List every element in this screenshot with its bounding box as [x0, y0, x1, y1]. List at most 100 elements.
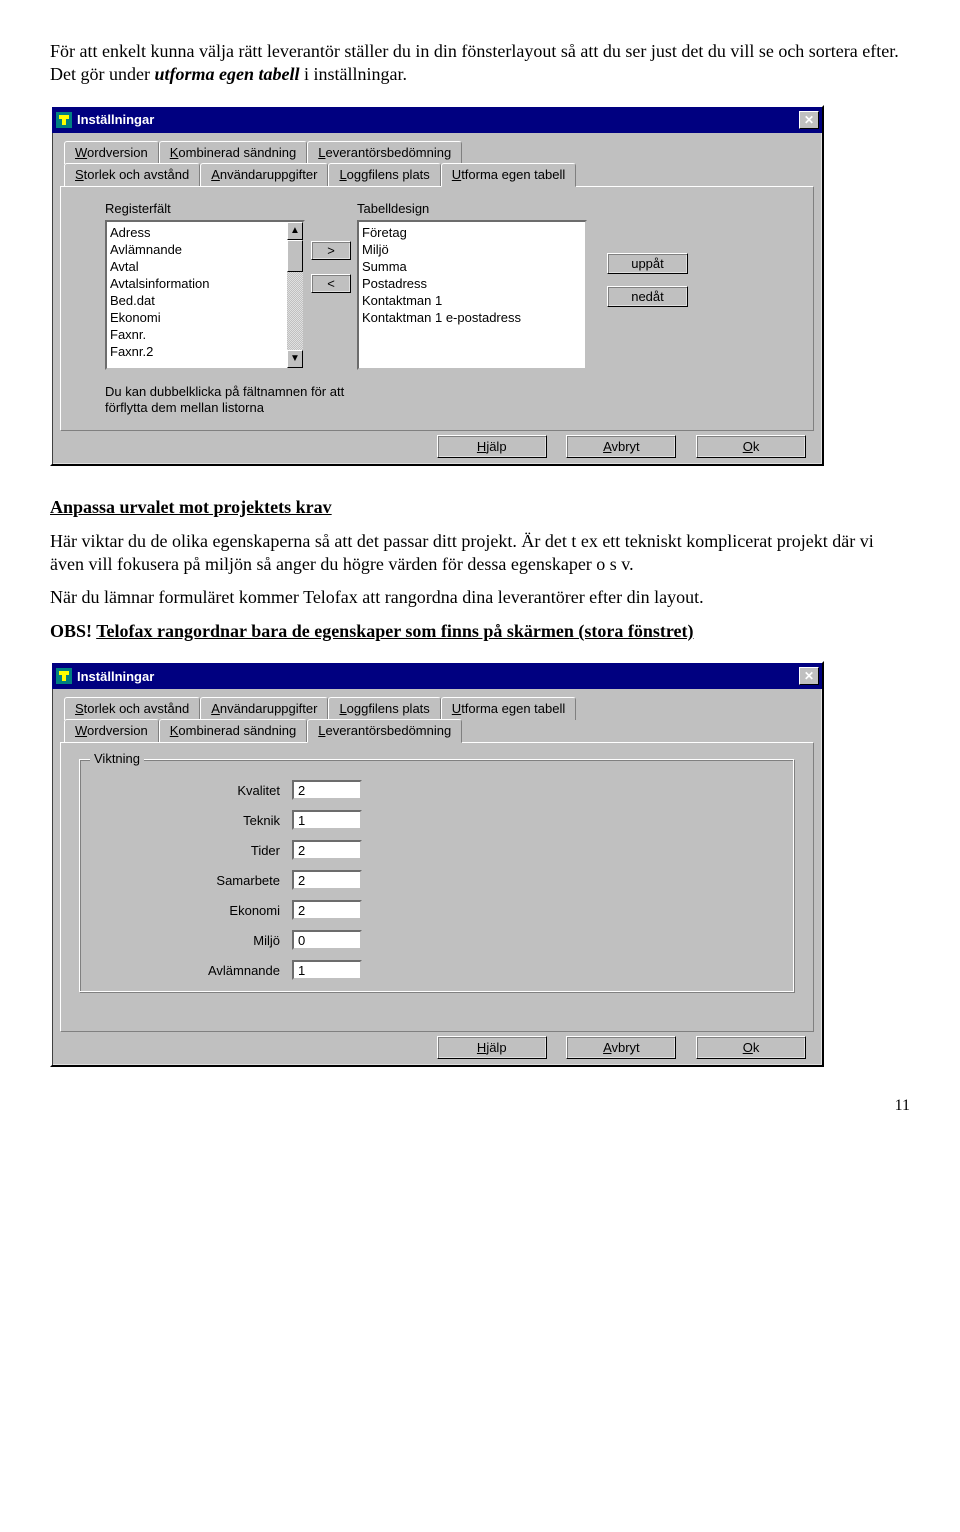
dialog-button-row: Hjälp Avbryt Ok	[60, 1032, 814, 1059]
tider-input[interactable]	[292, 840, 362, 860]
tabelldesign-label: Tabelldesign	[357, 201, 587, 216]
teknik-input[interactable]	[292, 810, 362, 830]
close-icon: ✕	[804, 669, 814, 683]
kvalitet-input[interactable]	[292, 780, 362, 800]
window-title: Inställningar	[77, 112, 799, 127]
tab-leverantorsbedomning[interactable]: Leverantörsbedömning	[307, 719, 462, 743]
tab-storlek-avstand[interactable]: Storlek och avstånd	[64, 697, 200, 720]
section-obs: OBS! Telofax rangordnar bara de egenskap…	[50, 620, 910, 643]
tab-label: Utforma egen tabell	[452, 701, 565, 716]
tab-kombinerad-sandning[interactable]: Kombinerad sändning	[159, 719, 307, 742]
move-right-button[interactable]: >	[311, 241, 351, 260]
tab-storlek-avstand[interactable]: Storlek och avstånd	[64, 163, 200, 186]
close-icon: ✕	[804, 113, 814, 127]
up-button[interactable]: uppåt	[607, 253, 688, 274]
tab-label: Loggfilens plats	[339, 167, 429, 182]
tab-label: Användaruppgifter	[211, 167, 317, 182]
tab-label: Wordversion	[75, 145, 148, 160]
cancel-button[interactable]: Avbryt	[566, 1036, 676, 1059]
list-item[interactable]: Faxnr.2	[110, 343, 300, 360]
miljo-input[interactable]	[292, 930, 362, 950]
app-icon	[55, 111, 73, 129]
help-button[interactable]: Hjälp	[437, 1036, 547, 1059]
dialog-button-row: Hjälp Avbryt Ok	[60, 431, 814, 458]
tab-row-lower: Storlek och avstånd Användaruppgifter Lo…	[64, 163, 814, 186]
list-item[interactable]: Miljö	[362, 241, 582, 258]
tab-loggfilens-plats[interactable]: Loggfilens plats	[328, 697, 440, 720]
list-item[interactable]: Företag	[362, 224, 582, 241]
scroll-up-button[interactable]: ▲	[287, 222, 303, 240]
field-label-ekonomi: Ekonomi	[160, 903, 280, 918]
tab-label: Leverantörsbedömning	[318, 723, 451, 738]
field-label-tider: Tider	[160, 843, 280, 858]
list-item[interactable]: Avtalsinformation	[110, 275, 300, 292]
list-item[interactable]: Adress	[110, 224, 300, 241]
tab-label: Loggfilens plats	[339, 701, 429, 716]
tab-label: Kombinerad sändning	[170, 145, 296, 160]
down-button[interactable]: nedåt	[607, 286, 688, 307]
tab-utforma-egen-tabell[interactable]: Utforma egen tabell	[441, 163, 576, 187]
tab-wordversion[interactable]: Wordversion	[64, 719, 159, 742]
list-item[interactable]: Avlämnande	[110, 241, 300, 258]
tab-loggfilens-plats[interactable]: Loggfilens plats	[328, 163, 440, 186]
tab-utforma-egen-tabell[interactable]: Utforma egen tabell	[441, 697, 576, 720]
tab-panel: Viktning Kvalitet Teknik Tider Samarbete…	[60, 742, 814, 1032]
field-label-teknik: Teknik	[160, 813, 280, 828]
field-label-samarbete: Samarbete	[160, 873, 280, 888]
field-label-kvalitet: Kvalitet	[160, 783, 280, 798]
scrollbar[interactable]: ▲ ▼	[287, 222, 303, 368]
window-title: Inställningar	[77, 669, 799, 684]
close-button[interactable]: ✕	[799, 111, 819, 129]
ok-button[interactable]: Ok	[696, 435, 806, 458]
tab-leverantorsbedomning[interactable]: Leverantörsbedömning	[307, 141, 462, 164]
move-left-button[interactable]: <	[311, 274, 351, 293]
registerfalt-listbox[interactable]: Adress Avlämnande Avtal Avtalsinformatio…	[105, 220, 305, 370]
chevron-up-icon: ▲	[290, 225, 300, 236]
list-item[interactable]: Bed.dat	[110, 292, 300, 309]
titlebar[interactable]: Inställningar ✕	[52, 107, 822, 133]
scroll-down-button[interactable]: ▼	[287, 350, 303, 368]
list-item[interactable]: Kontaktman 1	[362, 292, 582, 309]
field-label-avlamnande: Avlämnande	[160, 963, 280, 978]
tab-kombinerad-sandning[interactable]: Kombinerad sändning	[159, 141, 307, 164]
help-button[interactable]: Hjälp	[437, 435, 547, 458]
section-p2: När du lämnar formuläret kommer Telofax …	[50, 586, 910, 609]
list-item[interactable]: Kontaktman 1 e-postadress	[362, 309, 582, 326]
hint-text: Du kan dubbelklicka på fältnamnen för at…	[105, 384, 365, 417]
titlebar[interactable]: Inställningar ✕	[52, 663, 822, 689]
tabelldesign-listbox[interactable]: Företag Miljö Summa Postadress Kontaktma…	[357, 220, 587, 370]
list-item[interactable]: Ekonomi	[110, 309, 300, 326]
list-item[interactable]: Faxnr.	[110, 326, 300, 343]
tab-panel: Registerfält Adress Avlämnande Avtal Avt…	[60, 186, 814, 432]
list-item[interactable]: Summa	[362, 258, 582, 275]
chevron-down-icon: ▼	[290, 353, 300, 364]
page-number: 11	[50, 1097, 910, 1115]
app-icon	[55, 667, 73, 685]
scroll-thumb[interactable]	[287, 240, 303, 272]
intro-emphasis: utforma egen tabell	[154, 64, 299, 84]
group-legend: Viktning	[90, 751, 144, 766]
tab-wordversion[interactable]: Wordversion	[64, 141, 159, 164]
list-item[interactable]: Avtal	[110, 258, 300, 275]
section-heading: Anpassa urvalet mot projektets krav	[50, 496, 910, 519]
ekonomi-input[interactable]	[292, 900, 362, 920]
settings-dialog-2: Inställningar ✕ Storlek och avstånd Anvä…	[50, 661, 824, 1067]
list-item[interactable]: Postadress	[362, 275, 582, 292]
tab-row-upper: Wordversion Kombinerad sändning Leverant…	[64, 141, 814, 164]
tab-anvandaruppgifter[interactable]: Användaruppgifter	[200, 697, 328, 720]
intro-text-b: i inställningar.	[299, 64, 407, 84]
tab-label: Utforma egen tabell	[452, 167, 565, 182]
obs-rest: Telofax rangordnar bara de egenskaper so…	[96, 621, 693, 641]
tab-label: Leverantörsbedömning	[318, 145, 451, 160]
tab-row-lower: Wordversion Kombinerad sändning Leverant…	[64, 719, 814, 742]
tab-row-upper: Storlek och avstånd Användaruppgifter Lo…	[64, 697, 814, 720]
samarbete-input[interactable]	[292, 870, 362, 890]
avlamnande-input[interactable]	[292, 960, 362, 980]
cancel-button[interactable]: Avbryt	[566, 435, 676, 458]
settings-dialog-1: Inställningar ✕ Wordversion Kombinerad s…	[50, 105, 824, 467]
registerfalt-label: Registerfält	[105, 201, 305, 216]
tab-label: Storlek och avstånd	[75, 701, 189, 716]
close-button[interactable]: ✕	[799, 667, 819, 685]
ok-button[interactable]: Ok	[696, 1036, 806, 1059]
tab-anvandaruppgifter[interactable]: Användaruppgifter	[200, 163, 328, 186]
